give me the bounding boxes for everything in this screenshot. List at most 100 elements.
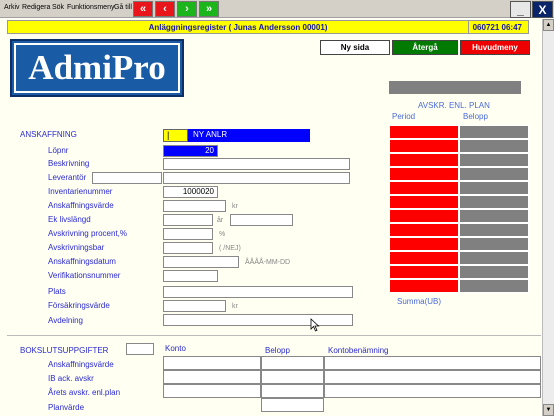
menu-arkiv[interactable]: Arkiv: [4, 4, 20, 11]
label-anskaffningsvarde: Anskaffningsvärde: [48, 201, 114, 210]
plan-period-cell[interactable]: [389, 139, 459, 153]
plan-amount-cell: [459, 237, 529, 251]
plats-field[interactable]: [163, 286, 353, 298]
label-beskrivning: Beskrivning: [48, 159, 90, 168]
label-leverantor: Leverantör: [48, 173, 87, 182]
closing-konto-cell[interactable]: [163, 356, 261, 370]
first-record-button[interactable]: «: [133, 1, 153, 17]
previous-record-button[interactable]: ‹: [155, 1, 175, 17]
leverantor-field[interactable]: [163, 172, 350, 184]
plan-sum-label: Summa(UB): [397, 297, 442, 306]
vertical-scrollbar[interactable]: ▲ ▼: [542, 19, 554, 416]
lopnr-field[interactable]: 20: [163, 145, 218, 157]
section-closing: BOKSLUTSUPPGIFTER: [20, 346, 109, 355]
next-record-button[interactable]: ›: [177, 1, 197, 17]
plan-period-cell[interactable]: [389, 223, 459, 237]
closing-belopp-cell[interactable]: [261, 356, 324, 370]
plan-amount-cell: [459, 223, 529, 237]
label-forsakringsvarde: Försäkringsvärde: [48, 301, 110, 310]
plan-period-cell[interactable]: [389, 153, 459, 167]
ek-livslangd-field[interactable]: [163, 214, 213, 226]
beskrivning-field[interactable]: [163, 158, 350, 170]
label-plats: Plats: [48, 287, 66, 296]
title-divider: [468, 21, 469, 33]
plan-header-bar: [389, 81, 521, 94]
close-button[interactable]: X: [532, 1, 553, 18]
plan-period-cell[interactable]: [389, 181, 459, 195]
plan-amount-cell: [459, 195, 529, 209]
anskaffningsvarde-field[interactable]: [163, 200, 226, 212]
minimize-button[interactable]: _: [510, 1, 531, 18]
chevron-left-icon: ‹: [163, 3, 167, 15]
ek-livslangd-extra-field[interactable]: [230, 214, 293, 226]
plan-amount-cell: [459, 279, 529, 293]
plan-period-cell[interactable]: [389, 279, 459, 293]
unit-kr-insurance: kr: [232, 303, 238, 310]
plan-period-cell[interactable]: [389, 167, 459, 181]
back-button[interactable]: Återgå: [392, 40, 458, 55]
scroll-down-arrow-icon[interactable]: ▼: [543, 404, 554, 416]
leverantor-code-field[interactable]: [92, 172, 162, 184]
plan-period-cell[interactable]: [389, 265, 459, 279]
closing-kontobenamning-cell[interactable]: [324, 384, 541, 398]
closing-belopp-cell[interactable]: [261, 370, 324, 384]
unit-kr: kr: [232, 203, 238, 210]
menu-funktionsmeny[interactable]: Funktionsmeny: [67, 4, 114, 11]
plan-period-cell[interactable]: [389, 125, 459, 139]
plan-period-cell[interactable]: [389, 237, 459, 251]
close-icon: X: [538, 2, 547, 17]
record-code-field[interactable]: |: [163, 129, 188, 142]
main-menu-button[interactable]: Huvudmeny: [460, 40, 530, 55]
closing-kontobenamning-cell[interactable]: [324, 356, 541, 370]
verifikationsnummer-field[interactable]: [163, 270, 218, 282]
label-avdelning: Avdelning: [48, 316, 83, 325]
plan-amount-cell: [459, 153, 529, 167]
double-chevron-left-icon: «: [139, 3, 147, 15]
forsakringsvarde-field[interactable]: [163, 300, 226, 312]
text-cursor-icon: |: [167, 130, 170, 140]
menu-sok[interactable]: Sök: [52, 4, 64, 11]
date-format-hint: ÅÅÅÅ-MM-DD: [245, 259, 291, 266]
avskrivningsbar-hint: ( /NEJ): [219, 245, 241, 252]
chevron-right-icon: ›: [185, 3, 189, 15]
inventarienummer-field[interactable]: 1000020: [163, 186, 218, 198]
closing-col-kontobenamning: Kontobenämning: [328, 346, 389, 355]
plan-amount-cell: [459, 265, 529, 279]
label-anskaffningsdatum: Anskaffningsdatum: [48, 257, 116, 266]
unit-ar: år: [217, 217, 224, 224]
unit-percent: %: [219, 231, 226, 238]
scroll-up-arrow-icon[interactable]: ▲: [543, 19, 554, 31]
label-planvarde: Planvärde: [48, 403, 85, 412]
page-title: Anläggningsregister ( Junas Andersson 00…: [148, 23, 328, 32]
avdelning-field[interactable]: [163, 314, 353, 326]
menu-redigera[interactable]: Redigera: [22, 4, 50, 11]
closing-konto-cell[interactable]: [163, 384, 261, 398]
section-acquisition: ANSKAFFNING: [20, 130, 77, 139]
plan-amount-cell: [459, 251, 529, 265]
new-page-button[interactable]: Ny sida: [320, 40, 390, 55]
section-divider: [7, 335, 541, 336]
plan-period-cell[interactable]: [389, 251, 459, 265]
timestamp: 060721 06:47: [472, 23, 522, 32]
menu-ga-till[interactable]: Gå till: [114, 4, 132, 11]
logo-text: AdmiPro: [14, 43, 180, 93]
title-bar: Anläggningsregister ( Junas Andersson 00…: [7, 20, 529, 34]
closing-kontobenamning-cell[interactable]: [324, 370, 541, 384]
closing-col-konto: Konto: [165, 344, 186, 353]
closing-belopp-cell[interactable]: [261, 384, 324, 398]
plan-amount-cell: [459, 125, 529, 139]
label-lopnr: Löpnr: [48, 146, 69, 155]
minimize-icon: _: [517, 2, 524, 17]
last-record-button[interactable]: »: [199, 1, 219, 17]
new-record-label: NY ANLR: [188, 129, 310, 142]
avskrivningsbar-field[interactable]: [163, 242, 213, 254]
avskrivning-procent-field[interactable]: [163, 228, 213, 240]
plan-period-cell[interactable]: [389, 195, 459, 209]
closing-konto-cell[interactable]: [163, 370, 261, 384]
closing-belopp-cell[interactable]: [261, 398, 324, 412]
double-chevron-right-icon: »: [205, 3, 213, 15]
closing-code-field[interactable]: [126, 343, 154, 355]
anskaffningsdatum-field[interactable]: [163, 256, 239, 268]
plan-period-cell[interactable]: [389, 209, 459, 223]
plan-col-period: Period: [392, 112, 416, 121]
